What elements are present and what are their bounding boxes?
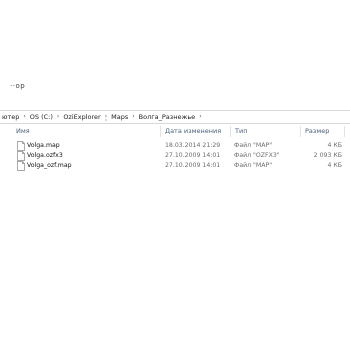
column-header-size[interactable]: Размер [305,125,329,137]
file-row[interactable]: Volga.map 18.03.2014 21:29 Файл "MAP" 4 … [14,141,350,151]
file-name: Volga.map [27,142,60,149]
column-divider[interactable] [300,126,301,137]
file-date: 18.03.2014 21:29 [165,142,221,149]
file-type: Файл "OZFX3" [234,152,280,159]
file-icon [17,161,25,171]
breadcrumb-maps[interactable]: Maps [109,111,130,123]
file-type: Файл "MAP" [234,142,273,149]
breadcrumb-current-folder[interactable]: Волга_Разнежье [137,111,198,123]
file-name: Volga.ozfx3 [27,152,63,159]
file-size: 4 КБ [327,162,342,169]
file-date: 27.10.2009 14:01 [165,152,221,159]
breadcrumb-drive-c[interactable]: OS (C:) [28,111,55,123]
file-type: Файл "MAP" [234,162,273,169]
column-divider[interactable] [160,126,161,137]
file-row[interactable]: Volga.ozfx3 27.10.2009 14:01 Файл "OZFX3… [14,151,350,161]
breadcrumb-computer[interactable]: ютер [0,111,21,123]
column-header-name[interactable]: Имя [16,125,30,137]
window-title-fragment: ··ор [10,82,26,90]
column-divider[interactable] [230,126,231,137]
column-header-date[interactable]: Дата изменения [165,125,221,137]
breadcrumb-separator-icon[interactable]: › [197,111,203,123]
file-name: Volga_ozf.map [27,162,72,169]
column-divider[interactable] [344,126,345,137]
breadcrumb-oziexplorer[interactable]: OziExplorer [61,111,102,123]
file-date: 27.10.2009 14:01 [165,162,221,169]
file-size: 2 093 КБ [313,152,342,159]
file-icon [17,151,25,161]
column-header-row: Имя Дата изменения Тип Размер [0,125,350,137]
file-row[interactable]: Volga_ozf.map 27.10.2009 14:01 Файл "MAP… [14,161,350,171]
file-icon [17,141,25,151]
column-header-type[interactable]: Тип [235,125,247,137]
address-bar[interactable]: ютер › OS (C:) › OziExplorer › Maps › Во… [0,110,350,124]
file-size: 4 КБ [327,142,342,149]
